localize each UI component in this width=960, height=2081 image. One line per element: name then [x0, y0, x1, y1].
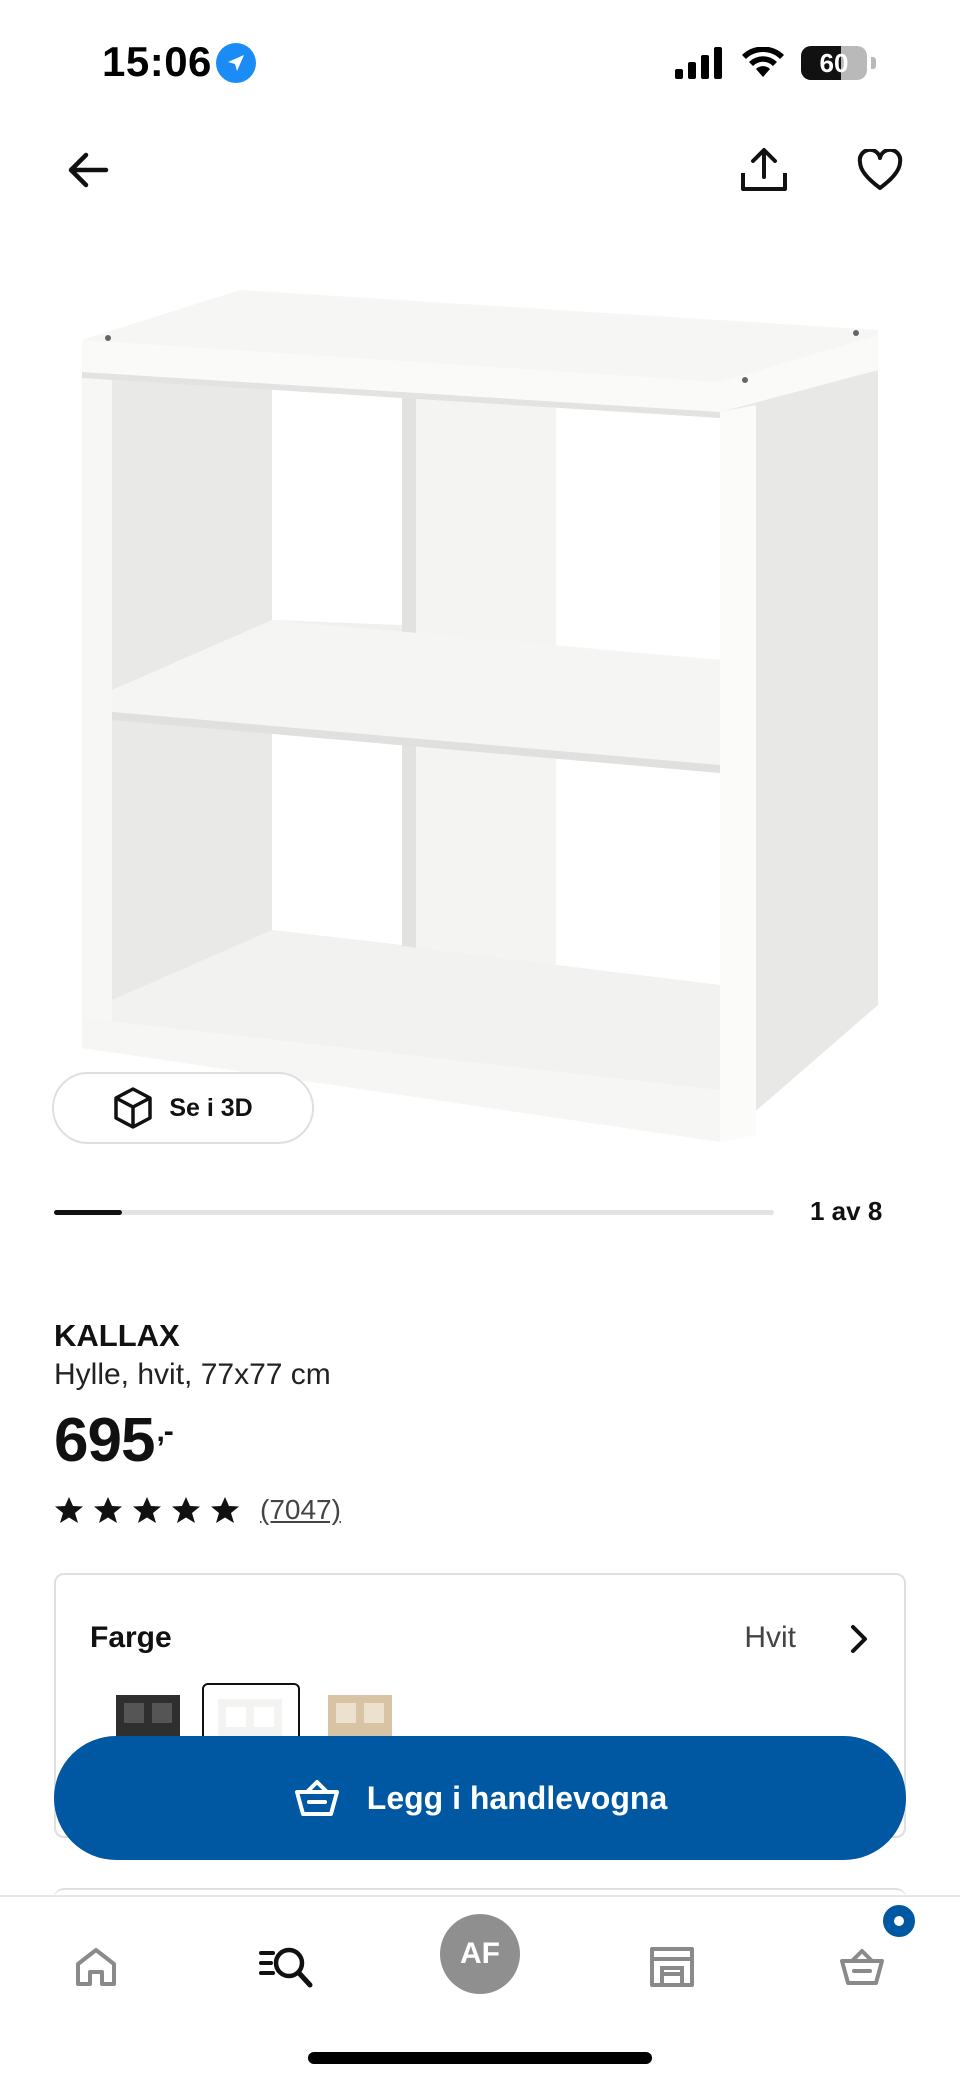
rating-stars [54, 1495, 240, 1525]
view-3d-label: Se i 3D [169, 1093, 253, 1122]
battery-tip [871, 57, 876, 69]
home-indicator [308, 2052, 652, 2064]
star-icon [211, 1497, 239, 1523]
price-suffix: ,- [156, 1415, 173, 1448]
status-bar: 15:06 60 [0, 0, 960, 130]
nav-search[interactable] [236, 1917, 336, 2017]
color-label: Farge [90, 1621, 172, 1654]
color-value: Hvit [744, 1621, 796, 1654]
battery-percent: 60 [819, 47, 849, 78]
battery-icon: 60 [801, 46, 867, 80]
price-value: 695 [54, 1406, 155, 1475]
nav-profile-avatar[interactable]: AF [440, 1914, 520, 1994]
product-image[interactable] [60, 270, 900, 1150]
signal-icon [675, 47, 722, 79]
cart-badge [880, 1902, 918, 1940]
star-icon [133, 1497, 161, 1523]
product-price: 695 ,- [54, 1405, 174, 1476]
share-button[interactable] [724, 130, 804, 210]
home-icon [76, 1948, 116, 1986]
star-icon [94, 1497, 122, 1523]
star-icon [55, 1497, 83, 1523]
heart-icon [857, 149, 903, 190]
kallax-shelf-illustration [82, 290, 878, 1142]
nav-home[interactable] [46, 1917, 146, 2017]
nav-stores[interactable] [622, 1917, 722, 2017]
product-description: Hylle, hvit, 77x77 cm [54, 1358, 331, 1391]
status-time: 15:06 [102, 38, 212, 85]
gallery-counter: 1 av 8 [810, 1196, 883, 1226]
wifi-icon [742, 47, 784, 77]
location-icon [216, 43, 256, 83]
search-icon [259, 1947, 313, 1988]
gallery-progress[interactable] [54, 1210, 774, 1215]
favorite-button[interactable] [840, 130, 920, 210]
store-icon [650, 1947, 694, 1987]
basket-icon [294, 1780, 339, 1816]
back-arrow-icon [68, 152, 109, 188]
product-name: KALLAX [54, 1318, 180, 1353]
top-bar [0, 130, 960, 240]
gallery-progress-fill [54, 1210, 122, 1215]
view-3d-button[interactable]: Se i 3D [52, 1072, 314, 1144]
add-to-cart-label: Legg i handlevogna [366, 1779, 668, 1816]
star-icon [172, 1497, 200, 1523]
share-icon [741, 148, 787, 191]
status-indicators: 60 [675, 46, 876, 80]
add-to-cart-button[interactable]: Legg i handlevogna [54, 1736, 906, 1860]
chevron-right-icon[interactable] [844, 1619, 874, 1659]
review-count-link[interactable]: (7047) [260, 1494, 341, 1526]
rating[interactable]: (7047) [54, 1494, 341, 1526]
cube-icon [114, 1087, 153, 1129]
back-button[interactable] [48, 130, 128, 210]
cart-icon [840, 1949, 884, 1985]
